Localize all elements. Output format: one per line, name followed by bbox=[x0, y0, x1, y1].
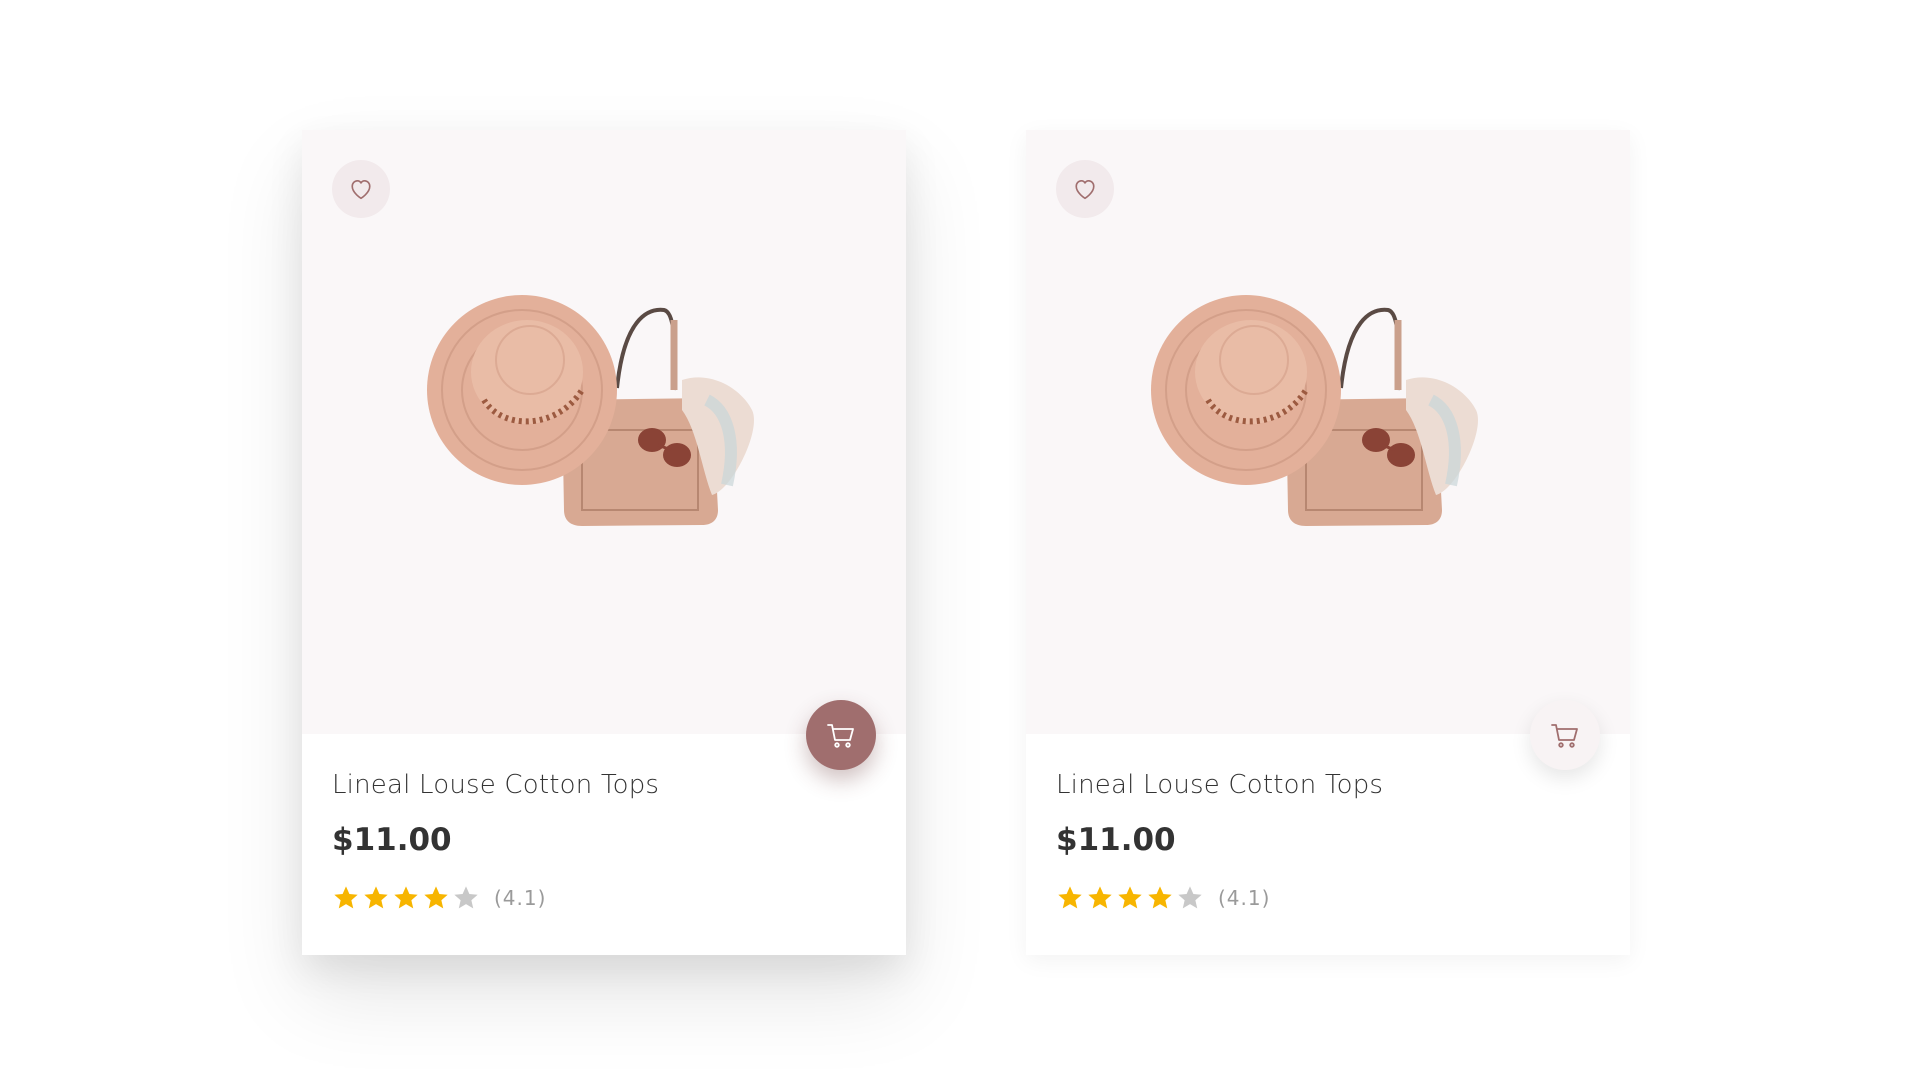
star-icon bbox=[1088, 886, 1112, 909]
add-to-cart-button[interactable] bbox=[806, 700, 876, 770]
star-icon bbox=[454, 886, 478, 909]
product-title[interactable]: Lineal Louse Cotton Tops bbox=[1056, 770, 1600, 800]
rating: (4.1) bbox=[1056, 884, 1600, 912]
cart-icon bbox=[1551, 724, 1578, 748]
star-icon bbox=[1058, 886, 1082, 909]
star-icon bbox=[394, 886, 418, 909]
star-icon bbox=[424, 886, 448, 909]
favorite-button[interactable] bbox=[1056, 160, 1114, 218]
star-icon bbox=[334, 886, 358, 909]
product-price: $11.00 bbox=[332, 822, 452, 858]
product-info: Lineal Louse Cotton Tops $11.00 (4.1) bbox=[1056, 770, 1600, 912]
cart-icon bbox=[827, 724, 854, 748]
product-image bbox=[1151, 295, 1478, 526]
product-price: $11.00 bbox=[1056, 822, 1176, 858]
star-icon bbox=[1148, 886, 1172, 909]
product-title[interactable]: Lineal Louse Cotton Tops bbox=[332, 770, 876, 800]
favorite-button[interactable] bbox=[332, 160, 390, 218]
star-icon bbox=[1118, 886, 1142, 909]
product-card[interactable]: Lineal Louse Cotton Tops $11.00 (4.1) bbox=[302, 130, 906, 955]
star-icon bbox=[364, 886, 388, 909]
rating: (4.1) bbox=[332, 884, 876, 912]
product-image-area[interactable] bbox=[1026, 130, 1630, 770]
heart-icon bbox=[1075, 180, 1095, 200]
product-image bbox=[427, 295, 754, 526]
product-info: Lineal Louse Cotton Tops $11.00 (4.1) bbox=[332, 770, 876, 912]
heart-icon bbox=[351, 180, 371, 200]
rating-count: (4.1) bbox=[1218, 886, 1271, 910]
add-to-cart-button[interactable] bbox=[1530, 700, 1600, 770]
product-card[interactable]: Lineal Louse Cotton Tops $11.00 (4.1) bbox=[1026, 130, 1630, 955]
rating-count: (4.1) bbox=[494, 886, 547, 910]
star-icon bbox=[1178, 886, 1202, 909]
product-image-area[interactable] bbox=[302, 130, 906, 770]
